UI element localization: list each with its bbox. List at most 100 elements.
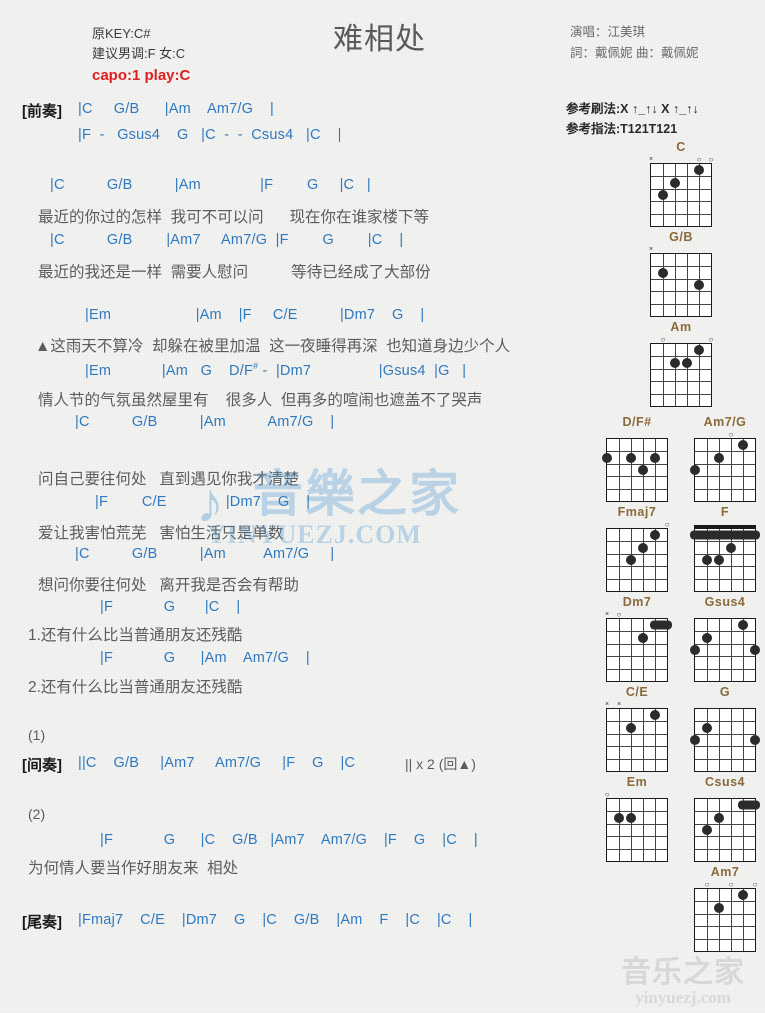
finger-dot [690,735,700,745]
fret-line [695,668,755,670]
chord-line: |C G/B |Am7 Am7/G |F G |C | [50,232,404,248]
finger-pattern: 参考指法:T121T121 [566,122,678,136]
finger-dot [714,902,724,913]
fretboard [602,438,668,502]
chord-diagram-em: Em ○ [598,775,676,862]
pattern-block: 参考刷法:X ↑_↑↓ X ↑_↑↓ 参考指法:T121T121 [566,99,699,139]
fretboard-wrap [694,790,760,862]
finger-dot [702,555,712,565]
finger-dot [714,452,724,463]
chord-diagram-name: F [720,505,730,519]
chord-diagram-name: D/F# [622,415,652,429]
nut [606,528,668,530]
string-line [619,439,620,501]
nut [694,618,756,620]
chord-diagram-name: Csus4 [704,775,746,789]
string-line [675,164,676,226]
string-line [619,529,620,591]
string-line [731,709,732,771]
chord-diagram-f: F [686,505,764,592]
string-line [731,619,732,681]
lyric-line: 情人节的气氛虽然屋里有 很多人 但再多的喧闹也遮盖不了哭声 [38,392,483,409]
chord-line: ||C G/B |Am7 Am7/G |F G |C [78,755,373,771]
finger-dot [694,345,704,356]
string-line [631,709,632,771]
finger-dot [650,530,660,541]
fret-line [695,836,755,838]
fretboard [606,798,668,862]
chord-diagram-name: C [676,140,686,154]
fretboard-wrap [690,520,760,592]
nut [606,798,668,800]
fret-line [651,356,711,358]
fretboard-wrap: × [649,245,712,317]
finger-dot [714,812,724,823]
string-line [619,709,620,771]
fretboard [650,253,712,317]
fret-line [607,823,667,825]
chord-diagram-am: Am ○ ○ [642,320,720,407]
singer-credit: 演唱：江美琪 [570,25,646,39]
fret-line [607,758,667,760]
chord-diagram-name: G [719,685,731,699]
string-line [663,344,664,406]
barre-bar [738,800,760,810]
string-line [655,439,656,501]
writer-credit: 詞：戴佩妮 曲：戴佩妮 [570,46,699,60]
nut [694,888,756,890]
string-line [719,799,720,861]
nut [606,708,668,710]
string-line [719,619,720,681]
watermark-bottom: 音乐之家 yinyuezj.com [608,958,758,1008]
string-line [687,254,688,316]
fret-line [607,836,667,838]
lyric-line: 最近的你过的怎样 我可不可以问 现在你在谁家楼下等 [38,209,429,226]
fret-line [695,848,755,850]
credits-block: 演唱：江美琪 詞：戴佩妮 曲：戴佩妮 [570,22,698,64]
lyric-line: 最近的我还是一样 需要人慰问 等待已经成了大部份 [38,264,431,281]
section-mark-1: (1) [28,727,46,743]
string-line [687,344,688,406]
fret-line [695,566,755,568]
fret-line [607,721,667,723]
fret-line [607,631,667,633]
fret-line [695,901,755,903]
string-line [663,254,664,316]
fret-line [695,451,755,453]
watermark-bottom-cn: 音乐之家 [621,956,745,989]
finger-dot [626,722,636,733]
fret-line [607,553,667,555]
interlude-repeat: || x 2 (回▲) [405,756,476,772]
watermark-note-icon: ♪ [196,471,224,534]
fret-line [607,451,667,453]
fretboard-wrap: ○ ○ ○ [694,880,757,952]
fretboard-wrap: ○ ○ [650,335,713,407]
chord-line: |F - Gsus4 G |C - - Csus4 |C | [78,127,342,143]
finger-dot [738,890,748,901]
chord-line: |F G |C G/B |Am7 Am7/G |F G |C | [100,832,478,848]
string-line [731,889,732,951]
fret-line [695,643,755,645]
fret-line [651,278,711,280]
string-line [731,439,732,501]
string-line [719,709,720,771]
fret-line [651,291,711,293]
finger-dot [702,632,712,643]
fretboard-wrap: ○ × [605,610,672,682]
lyric-line: 爱让我害怕荒芜 害怕生活只是单数 [38,525,284,542]
finger-dot [702,825,712,835]
lyric-line: 想问你要往何处 离开我是否会有帮助 [38,577,299,594]
fret-line [607,541,667,543]
chord-line: |C G/B |Am Am7/G | [78,101,274,117]
fret-line [607,656,667,658]
chord-line: |F G |C | [100,599,241,615]
fretboard [690,525,760,592]
finger-dot [626,452,636,463]
fret-line [607,476,667,478]
fret-line [607,746,667,748]
fretboard [694,798,760,862]
fretboard [690,438,756,502]
chord-line: |Em |Am G D/F# - |Dm7 |Gsus4 |G | [85,361,467,379]
lyric-line: 2.还有什么比当普通朋友还残酷 [28,679,243,696]
interlude-label: [间奏] [22,757,62,774]
